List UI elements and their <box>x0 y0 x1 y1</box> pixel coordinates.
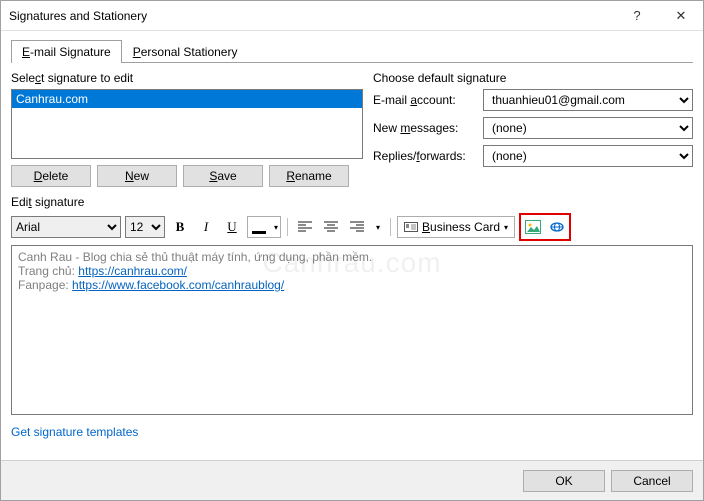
chevron-down-icon: ▾ <box>274 223 278 232</box>
picture-icon <box>525 220 541 234</box>
insert-picture-button[interactable] <box>522 216 544 238</box>
highlighted-buttons <box>519 213 571 241</box>
delete-button[interactable]: Delete <box>11 165 91 187</box>
top-row: Select signature to edit Canhrau.com Del… <box>11 71 693 187</box>
tab-strip: E-mail Signature Personal Stationery <box>11 39 693 63</box>
default-signature-group: Choose default signature E-mail account:… <box>373 71 693 187</box>
help-button[interactable]: ? <box>615 1 659 31</box>
insert-hyperlink-button[interactable] <box>546 216 568 238</box>
tab-personal-stationery[interactable]: Personal Stationery <box>122 40 249 63</box>
formatting-toolbar: Arial 12 B I U ▾ ▾ <box>11 213 693 241</box>
cancel-button[interactable]: Cancel <box>611 470 693 492</box>
business-card-icon <box>404 221 418 233</box>
new-messages-label: New messages: <box>373 121 483 135</box>
tab-email-signature[interactable]: E-mail Signature <box>11 40 122 63</box>
chevron-down-icon: ▾ <box>376 223 380 232</box>
business-card-button[interactable]: Business Card ▾ <box>397 216 515 238</box>
new-messages-select[interactable]: (none) <box>483 117 693 139</box>
separator <box>390 218 391 236</box>
font-size-select[interactable]: 12 <box>125 216 165 238</box>
align-dropdown[interactable]: ▾ <box>372 216 384 238</box>
default-signature-title: Choose default signature <box>373 71 693 85</box>
email-account-label: E-mail account: <box>373 93 483 107</box>
signature-buttons: Delete New Save Rename <box>11 165 363 187</box>
close-button[interactable]: ✕ <box>659 1 703 31</box>
editor-line-2: Trang chủ: https://canhrau.com/ <box>18 264 686 278</box>
email-account-select[interactable]: thuanhieu01@gmail.com <box>483 89 693 111</box>
chevron-down-icon: ▾ <box>504 223 508 232</box>
align-left-button[interactable] <box>294 216 316 238</box>
bold-button[interactable]: B <box>169 216 191 238</box>
window-title: Signatures and Stationery <box>9 9 615 23</box>
edit-signature-label: Edit signature <box>11 195 693 209</box>
font-color-button[interactable]: ▾ <box>247 216 281 238</box>
homepage-link[interactable]: https://canhrau.com/ <box>78 264 187 278</box>
fanpage-link[interactable]: https://www.facebook.com/canhraublog/ <box>72 278 284 292</box>
color-swatch <box>252 231 266 234</box>
separator <box>287 218 288 236</box>
new-button[interactable]: New <box>97 165 177 187</box>
get-signature-templates-link[interactable]: Get signature templates <box>11 425 138 439</box>
editor-line-1: Canh Rau - Blog chia sẻ thủ thuật máy tí… <box>18 250 686 264</box>
hyperlink-icon <box>549 220 565 234</box>
signature-listbox[interactable]: Canhrau.com <box>11 89 363 159</box>
save-button[interactable]: Save <box>183 165 263 187</box>
editor-line-3: Fanpage: https://www.facebook.com/canhra… <box>18 278 686 292</box>
replies-forwards-label: Replies/forwards: <box>373 149 483 163</box>
dialog-window: Signatures and Stationery ? ✕ E-mail Sig… <box>0 0 704 501</box>
select-signature-group: Select signature to edit Canhrau.com Del… <box>11 71 363 187</box>
dialog-footer: OK Cancel <box>1 460 703 500</box>
signature-editor[interactable]: Canhrau.com Canh Rau - Blog chia sẻ thủ … <box>11 245 693 415</box>
align-right-button[interactable] <box>346 216 368 238</box>
signature-list-item[interactable]: Canhrau.com <box>12 90 362 108</box>
content-area: E-mail Signature Personal Stationery Sel… <box>1 31 703 439</box>
font-family-select[interactable]: Arial <box>11 216 121 238</box>
align-center-icon <box>324 221 338 233</box>
replies-forwards-select[interactable]: (none) <box>483 145 693 167</box>
underline-button[interactable]: U <box>221 216 243 238</box>
align-right-icon <box>350 221 364 233</box>
ok-button[interactable]: OK <box>523 470 605 492</box>
titlebar: Signatures and Stationery ? ✕ <box>1 1 703 31</box>
align-left-icon <box>298 221 312 233</box>
select-signature-label: Select signature to edit <box>11 71 363 85</box>
rename-button[interactable]: Rename <box>269 165 349 187</box>
align-center-button[interactable] <box>320 216 342 238</box>
italic-button[interactable]: I <box>195 216 217 238</box>
